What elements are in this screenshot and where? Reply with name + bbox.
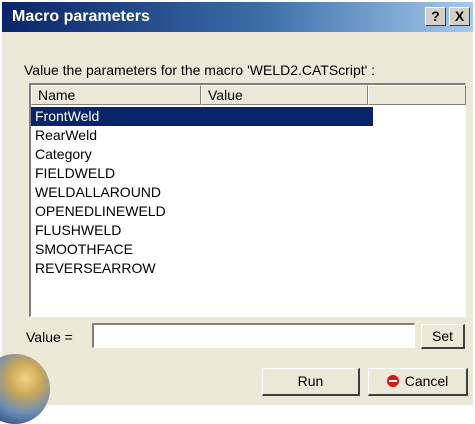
list-header: Name Value — [31, 85, 466, 105]
list-item[interactable]: WELDALLAROUND — [31, 183, 373, 202]
list-item[interactable]: Category — [31, 145, 373, 164]
catia-logo-icon — [0, 354, 50, 424]
value-label: Value = — [26, 329, 73, 345]
list-item[interactable]: SMOOTHFACE — [31, 240, 373, 259]
macro-parameters-dialog: Macro parameters ? X Value the parameter… — [0, 2, 473, 424]
title-bar: Macro parameters ? X — [2, 2, 473, 32]
list-item[interactable]: OPENEDLINEWELD — [31, 202, 373, 221]
close-button[interactable]: X — [449, 7, 470, 26]
prompt-label: Value the parameters for the macro 'WELD… — [24, 62, 376, 78]
cancel-button[interactable]: Cancel — [368, 368, 468, 396]
column-header-value[interactable]: Value — [201, 85, 368, 105]
value-input[interactable] — [92, 323, 415, 348]
list-item[interactable]: FLUSHWELD — [31, 221, 373, 240]
run-button[interactable]: Run — [262, 368, 360, 396]
set-button[interactable]: Set — [421, 324, 465, 349]
list-item[interactable]: REVERSEARROW — [31, 259, 373, 278]
parameters-list[interactable]: Name Value FrontWeld RearWeld Category FIEL… — [29, 83, 466, 317]
help-button[interactable]: ? — [425, 7, 446, 26]
list-item[interactable]: FIELDWELD — [31, 164, 373, 183]
list-item[interactable]: RearWeld — [31, 126, 373, 145]
cancel-label: Cancel — [404, 373, 449, 389]
column-header-name[interactable]: Name — [31, 85, 201, 105]
dialog-title: Macro parameters — [12, 8, 150, 25]
column-header-spacer — [368, 85, 466, 105]
list-rows: FrontWeld RearWeld Category FIELDWELD WELDAL… — [31, 107, 373, 278]
list-item[interactable]: FrontWeld — [31, 107, 373, 126]
stop-icon — [386, 375, 399, 387]
